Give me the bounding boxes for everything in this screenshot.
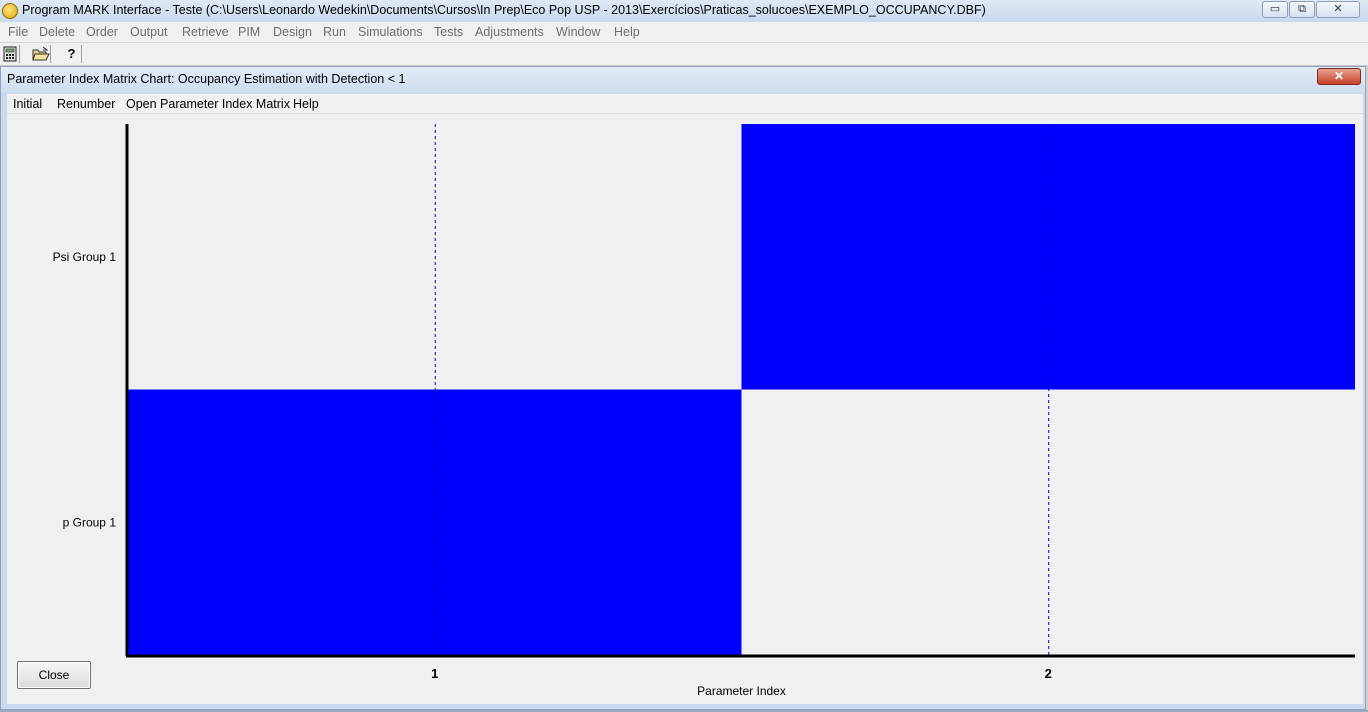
y-category-label: p Group 1 <box>63 515 117 529</box>
menu-run[interactable]: Run <box>323 25 346 39</box>
menu-chart-help[interactable]: Help <box>293 97 319 111</box>
pim-chart-title: Parameter Index Matrix Chart: Occupancy … <box>7 72 406 86</box>
pim-chart-menu-bar: Initial Renumber Open Parameter Index Ma… <box>7 94 1363 114</box>
menu-file[interactable]: File <box>8 25 28 39</box>
menu-window[interactable]: Window <box>556 25 600 39</box>
menu-simulations[interactable]: Simulations <box>358 25 423 39</box>
mark-app-icon <box>2 3 18 19</box>
menu-design[interactable]: Design <box>273 25 312 39</box>
pim-chart-close-icon[interactable]: ✕ <box>1317 68 1361 85</box>
x-tick-label-2: 2 <box>1045 666 1052 681</box>
menu-order[interactable]: Order <box>86 25 118 39</box>
minimize-button[interactable]: ▭ <box>1262 1 1288 18</box>
menu-delete[interactable]: Delete <box>39 25 75 39</box>
menu-adjustments[interactable]: Adjustments <box>475 25 544 39</box>
menu-pim[interactable]: PIM <box>238 25 260 39</box>
app-close-button[interactable]: ✕ <box>1316 1 1360 18</box>
restore-button[interactable]: ⧉ <box>1289 1 1315 18</box>
menu-renumber[interactable]: Renumber <box>57 97 115 111</box>
app-title-bar: Program MARK Interface - Teste (C:\Users… <box>0 0 1368 23</box>
toolbar: ? <box>0 43 1368 66</box>
pim-chart-window: Parameter Index Matrix Chart: Occupancy … <box>0 66 1366 710</box>
x-tick-label-1: 1 <box>431 666 438 681</box>
menu-output[interactable]: Output <box>130 25 168 39</box>
pim-chart: 1 2 p Group 1 Psi Group 1 Parameter Index <box>53 124 1355 698</box>
open-folder-icon[interactable] <box>31 45 51 63</box>
main-menu-bar: File Delete Order Output Retrieve PIM De… <box>0 22 1368 43</box>
y-category-label: Psi Group 1 <box>53 250 117 264</box>
x-axis-title: Parameter Index <box>697 684 786 698</box>
app-window-title: Program MARK Interface - Teste (C:\Users… <box>22 3 986 17</box>
chart-client-area: 1 2 p Group 1 Psi Group 1 Parameter Index Cl… <box>7 114 1363 704</box>
menu-help[interactable]: Help <box>614 25 640 39</box>
menu-retrieve[interactable]: Retrieve <box>182 25 229 39</box>
pim-chart-title-bar: Parameter Index Matrix Chart: Occupancy … <box>1 67 1365 93</box>
menu-initial[interactable]: Initial <box>13 97 42 111</box>
menu-open-parameter-index-matrix[interactable]: Open Parameter Index Matrix <box>126 97 290 111</box>
close-button[interactable]: Close <box>17 661 91 689</box>
help-icon[interactable]: ? <box>62 45 82 63</box>
menu-tests[interactable]: Tests <box>434 25 463 39</box>
calculator-icon[interactable] <box>0 45 20 63</box>
